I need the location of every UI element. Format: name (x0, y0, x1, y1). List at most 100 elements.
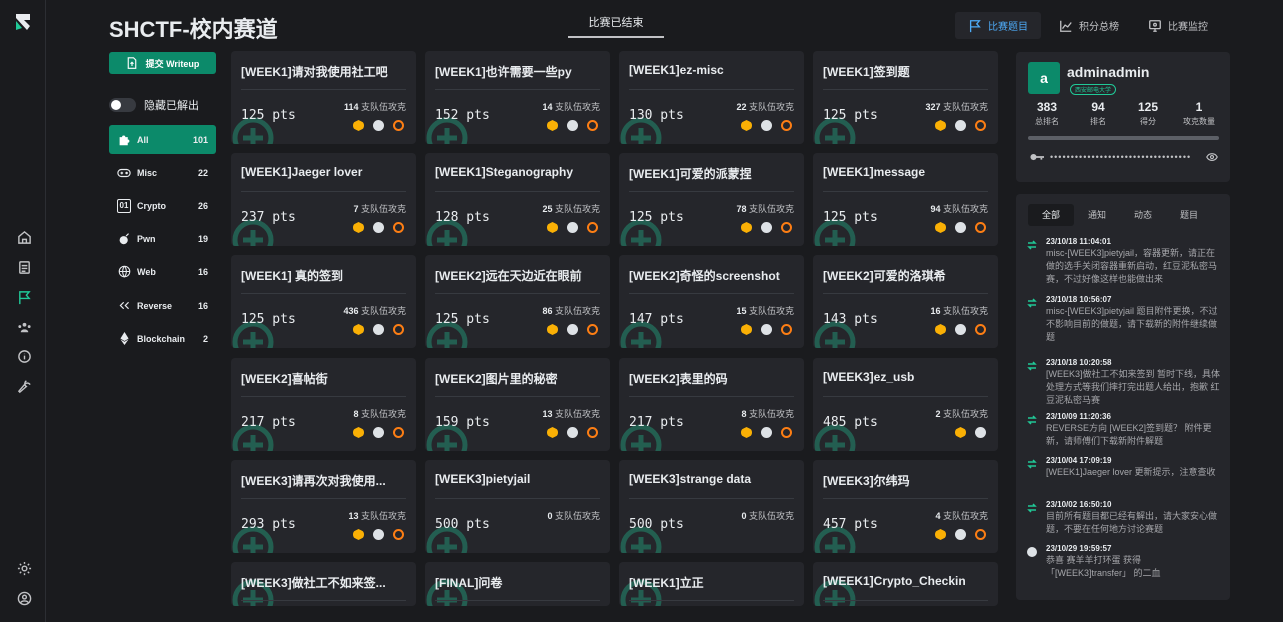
third-blood-icon[interactable] (393, 427, 404, 438)
challenge-card[interactable]: [WEEK2]可爱的洛琪希 143 pts 16 支队伍攻克 (813, 255, 998, 348)
third-blood-icon[interactable] (781, 120, 792, 131)
first-blood-icon[interactable] (741, 120, 752, 131)
first-blood-icon[interactable] (353, 120, 364, 131)
second-blood-icon[interactable] (373, 427, 384, 438)
third-blood-icon[interactable] (393, 529, 404, 540)
third-blood-icon[interactable] (975, 324, 986, 335)
challenge-card[interactable]: [WEEK2]奇怪的screenshot 147 pts 15 支队伍攻克 (619, 255, 804, 348)
category-web[interactable]: Web 16 (109, 257, 216, 286)
hide-solved-row[interactable]: 隐藏已解出 (109, 97, 199, 113)
second-blood-icon[interactable] (955, 120, 966, 131)
second-blood-icon[interactable] (373, 120, 384, 131)
sun-icon[interactable] (12, 556, 36, 580)
flag-icon[interactable] (12, 285, 36, 309)
first-blood-icon[interactable] (547, 427, 558, 438)
first-blood-icon[interactable] (353, 222, 364, 233)
third-blood-icon[interactable] (975, 222, 986, 233)
challenge-card[interactable]: [FINAL]问卷 (425, 562, 610, 606)
second-blood-icon[interactable] (955, 324, 966, 335)
challenge-card[interactable]: [WEEK3]strange data 500 pts 0 支队伍攻克 (619, 460, 804, 553)
second-blood-icon[interactable] (567, 222, 578, 233)
challenge-card[interactable]: [WEEK1]立正 (619, 562, 804, 606)
first-blood-icon[interactable] (741, 324, 752, 335)
second-blood-icon[interactable] (761, 120, 772, 131)
tab-notice[interactable]: 通知 (1074, 204, 1120, 226)
logo-icon[interactable] (13, 12, 33, 32)
wrench-icon[interactable] (12, 374, 36, 398)
third-blood-icon[interactable] (587, 427, 598, 438)
challenge-card[interactable]: [WEEK1]ez-misc 130 pts 22 支队伍攻克 (619, 51, 804, 144)
second-blood-icon[interactable] (567, 120, 578, 131)
second-blood-icon[interactable] (761, 324, 772, 335)
second-blood-icon[interactable] (567, 427, 578, 438)
third-blood-icon[interactable] (781, 222, 792, 233)
info-icon[interactable] (12, 344, 36, 368)
avatar[interactable]: a (1028, 62, 1060, 94)
second-blood-icon[interactable] (761, 222, 772, 233)
challenge-card[interactable]: [WEEK1]Steganography 128 pts 25 支队伍攻克 (425, 153, 610, 246)
challenge-card[interactable]: [WEEK3]尔纬玛 457 pts 4 支队伍攻克 (813, 460, 998, 553)
second-blood-icon[interactable] (567, 324, 578, 335)
category-misc[interactable]: Misc 22 (109, 158, 216, 187)
first-blood-icon[interactable] (547, 324, 558, 335)
second-blood-icon[interactable] (975, 427, 986, 438)
home-icon[interactable] (12, 225, 36, 249)
third-blood-icon[interactable] (587, 222, 598, 233)
nav-monitor[interactable]: 比赛监控 (1135, 12, 1221, 39)
challenge-card[interactable]: [WEEK2]远在天边近在眼前 125 pts 86 支队伍攻克 (425, 255, 610, 348)
second-blood-icon[interactable] (955, 529, 966, 540)
first-blood-icon[interactable] (935, 222, 946, 233)
category-reverse[interactable]: Reverse 16 (109, 291, 216, 320)
first-blood-icon[interactable] (741, 427, 752, 438)
challenge-card[interactable]: [WEEK3]pietyjail 500 pts 0 支队伍攻克 (425, 460, 610, 553)
challenge-card[interactable]: [WEEK3]ez_usb 485 pts 2 支队伍攻克 (813, 358, 998, 451)
challenge-card[interactable]: [WEEK1]也许需要一些py 152 pts 14 支队伍攻克 (425, 51, 610, 144)
first-blood-icon[interactable] (353, 529, 364, 540)
category-all[interactable]: All 101 (109, 125, 216, 154)
team-icon[interactable] (12, 315, 36, 339)
challenge-card[interactable]: [WEEK1]可爱的派蒙捏 125 pts 78 支队伍攻克 (619, 153, 804, 246)
first-blood-icon[interactable] (547, 222, 558, 233)
submit-writeup-button[interactable]: 提交 Writeup (109, 52, 216, 74)
challenge-card[interactable]: [WEEK3]做社工不如来签... (231, 562, 416, 606)
user-icon[interactable] (12, 586, 36, 610)
third-blood-icon[interactable] (781, 427, 792, 438)
second-blood-icon[interactable] (955, 222, 966, 233)
category-crypto[interactable]: 01 Crypto 26 (109, 191, 216, 220)
first-blood-icon[interactable] (935, 120, 946, 131)
nav-scoreboard[interactable]: 积分总榜 (1046, 12, 1132, 39)
nav-challenges[interactable]: 比赛题目 (955, 12, 1041, 39)
third-blood-icon[interactable] (393, 324, 404, 335)
first-blood-icon[interactable] (741, 222, 752, 233)
second-blood-icon[interactable] (373, 222, 384, 233)
tab-activity[interactable]: 动态 (1120, 204, 1166, 226)
challenge-card[interactable]: [WEEK2]表里的码 217 pts 8 支队伍攻克 (619, 358, 804, 451)
challenge-card[interactable]: [WEEK1] 真的签到 125 pts 436 支队伍攻克 (231, 255, 416, 348)
status-tab[interactable]: 比赛已结束 (568, 12, 664, 38)
second-blood-icon[interactable] (373, 529, 384, 540)
challenge-card[interactable]: [WEEK1]Crypto_Checkin (813, 562, 998, 606)
category-pwn[interactable]: Pwn 19 (109, 224, 216, 253)
first-blood-icon[interactable] (935, 529, 946, 540)
challenge-card[interactable]: [WEEK2]喜帖街 217 pts 8 支队伍攻克 (231, 358, 416, 451)
third-blood-icon[interactable] (587, 324, 598, 335)
hide-solved-toggle[interactable] (109, 98, 136, 112)
eye-icon[interactable] (1206, 152, 1218, 162)
document-icon[interactable] (12, 255, 36, 279)
first-blood-icon[interactable] (353, 324, 364, 335)
challenge-card[interactable]: [WEEK1]Jaeger lover 237 pts 7 支队伍攻克 (231, 153, 416, 246)
third-blood-icon[interactable] (975, 120, 986, 131)
third-blood-icon[interactable] (975, 529, 986, 540)
tab-challenges[interactable]: 题目 (1166, 204, 1212, 226)
third-blood-icon[interactable] (781, 324, 792, 335)
challenge-card[interactable]: [WEEK2]图片里的秘密 159 pts 13 支队伍攻克 (425, 358, 610, 451)
second-blood-icon[interactable] (373, 324, 384, 335)
challenge-card[interactable]: [WEEK3]请再次对我使用... 293 pts 13 支队伍攻克 (231, 460, 416, 553)
third-blood-icon[interactable] (393, 222, 404, 233)
challenge-card[interactable]: [WEEK1]message 125 pts 94 支队伍攻克 (813, 153, 998, 246)
first-blood-icon[interactable] (955, 427, 966, 438)
second-blood-icon[interactable] (761, 427, 772, 438)
third-blood-icon[interactable] (587, 120, 598, 131)
challenge-card[interactable]: [WEEK1]请对我使用社工吧 125 pts 114 支队伍攻克 (231, 51, 416, 144)
first-blood-icon[interactable] (547, 120, 558, 131)
